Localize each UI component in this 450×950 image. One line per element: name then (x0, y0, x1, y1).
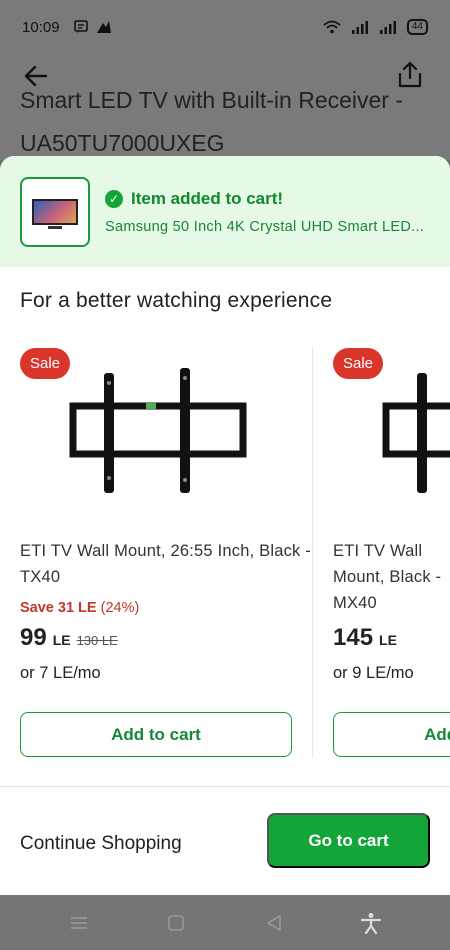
banner-text: ✓ Item added to cart! Samsung 50 Inch 4K… (105, 189, 430, 235)
price-row: 145 LE (333, 624, 397, 652)
save-amount: Save 31 LE (24%) (20, 600, 139, 616)
save-label: Save 31 LE (20, 600, 97, 616)
home-icon[interactable] (165, 912, 187, 934)
add-to-cart-button[interactable]: Add to cart (333, 712, 450, 757)
notification-icons (73, 20, 112, 34)
check-circle-icon: ✓ (105, 189, 123, 208)
signal-icon-2 (379, 21, 396, 34)
save-percent: (24%) (100, 600, 140, 616)
currency: LE (379, 632, 397, 648)
recommendations-title: For a better watching experience (20, 289, 333, 312)
wall-mount-image (69, 368, 247, 493)
status-bar: 10:09 44 (0, 0, 450, 54)
price: 145 (333, 624, 374, 651)
installment-price: or 7 LE/mo (20, 664, 101, 682)
product-card[interactable]: Sale ETI TV Wall Mount, Black - MX40 145… (333, 348, 450, 758)
product-card[interactable]: Sale ETI TV Wall Mount, 26:55 Inch, Blac… (20, 348, 312, 758)
system-nav-bar (0, 895, 450, 950)
product-name[interactable]: ETI TV Wall Mount, 26:55 Inch, Black - T… (20, 538, 312, 590)
background-title-line1: Smart LED TV with Built-in Receiver - (20, 87, 404, 113)
continue-shopping-button[interactable]: Continue Shopping (20, 816, 182, 872)
product-name-text: ETI TV Wall Mount, Black - MX40 (333, 542, 442, 612)
footer-divider (0, 786, 450, 787)
status-time: 10:09 (22, 18, 60, 36)
sale-badge: Sale (333, 348, 384, 379)
price: 99 (20, 624, 47, 651)
added-to-cart-sheet: ✓ Item added to cart! Samsung 50 Inch 4K… (0, 156, 450, 895)
product-name[interactable]: ETI TV Wall Mount, Black - MX40 (333, 538, 450, 616)
sale-badge: Sale (20, 348, 71, 379)
added-to-cart-banner: ✓ Item added to cart! Samsung 50 Inch 4K… (0, 156, 450, 267)
card-divider (312, 348, 313, 758)
back-nav-icon[interactable] (263, 912, 285, 934)
go-to-cart-button[interactable]: Go to cart (267, 813, 430, 868)
added-product-thumbnail (20, 176, 90, 247)
recommendations-carousel[interactable]: Sale ETI TV Wall Mount, 26:55 Inch, Blac… (0, 348, 450, 758)
tv-thumbnail-image (32, 198, 78, 229)
status-right: 44 (323, 19, 428, 35)
price-row: 99 LE 130 LE (20, 624, 118, 652)
old-price: 130 LE (76, 633, 118, 648)
add-to-cart-button[interactable]: Add to cart (20, 712, 292, 757)
accessibility-icon[interactable] (360, 912, 382, 934)
background-page: 10:09 44 Smart LED TV with Built-in Rece… (0, 0, 450, 160)
message-icon (73, 20, 88, 33)
installment-price: or 9 LE/mo (333, 664, 414, 682)
battery-icon: 44 (406, 19, 428, 35)
signal-icon-1 (351, 21, 368, 34)
background-product-title: Smart LED TV with Built-in Receiver - UA… (20, 87, 440, 158)
banner-title-row: ✓ Item added to cart! (105, 189, 430, 209)
banner-title: Item added to cart! (131, 188, 284, 208)
wifi-icon (323, 20, 341, 34)
banner-product-name: Samsung 50 Inch 4K Crystal UHD Smart LED… (105, 218, 425, 235)
recents-icon[interactable] (68, 912, 90, 934)
app-notification-icon (96, 21, 111, 33)
currency: LE (52, 632, 71, 648)
wall-mount-image (382, 373, 450, 493)
